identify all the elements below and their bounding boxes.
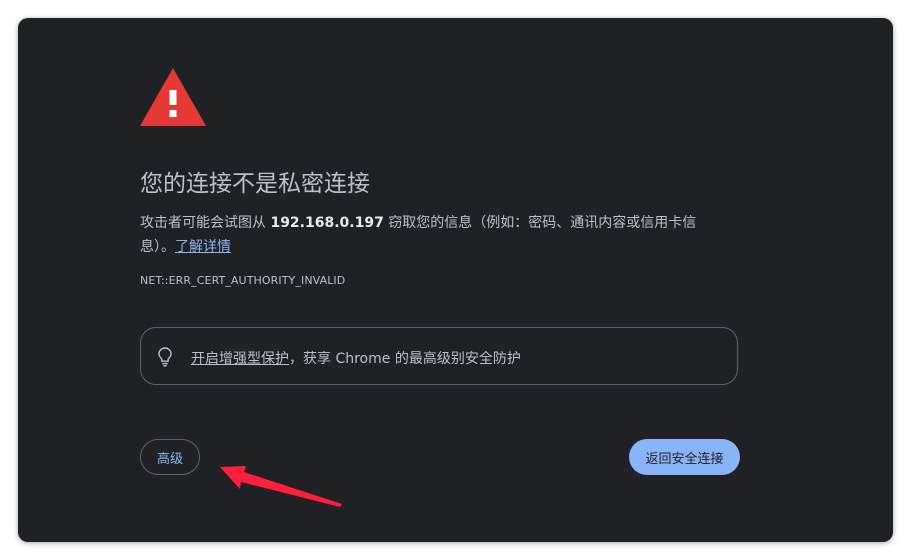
lightbulb-icon: [158, 347, 172, 367]
advanced-button[interactable]: 高级: [140, 439, 200, 475]
browser-window: 您的连接不是私密连接 攻击者可能会试图从 192.168.0.197 窃取您的信…: [18, 18, 893, 542]
enable-enhanced-protection-link[interactable]: 开启增强型保护: [191, 351, 289, 367]
back-to-safety-button[interactable]: 返回安全连接: [629, 439, 740, 475]
description-prefix: 攻击者可能会试图从: [140, 215, 271, 231]
error-code: NET::ERR_CERT_AUTHORITY_INVALID: [140, 274, 346, 287]
red-arrow-annotation: [220, 466, 342, 507]
learn-more-link[interactable]: 了解详情: [175, 239, 231, 255]
host-address: 192.168.0.197: [270, 215, 384, 231]
promo-description: ，获享 Chrome 的最高级别安全防护: [289, 351, 521, 367]
error-description: 攻击者可能会试图从 192.168.0.197 窃取您的信息（例如：密码、通讯内…: [140, 211, 730, 259]
page-title: 您的连接不是私密连接: [140, 171, 370, 197]
enhanced-protection-promo: 开启增强型保护，获享 Chrome 的最高级别安全防护: [140, 327, 738, 385]
promo-text: 开启增强型保护，获享 Chrome 的最高级别安全防护: [191, 348, 521, 368]
warning-triangle-icon: [140, 68, 206, 126]
